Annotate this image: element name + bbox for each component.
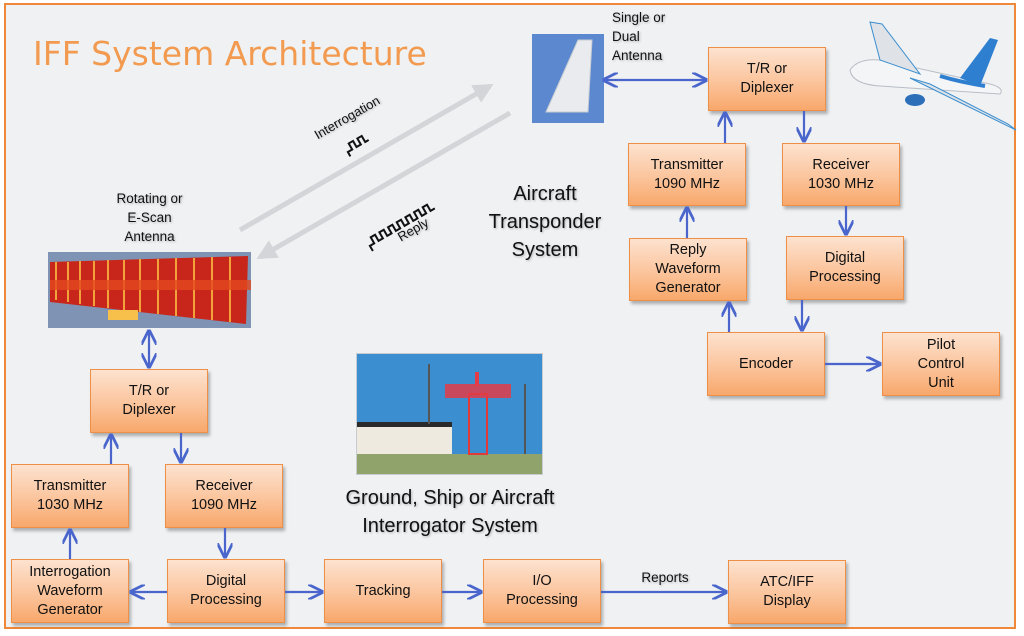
ground-tr-diplexer-box: T/R or Diplexer <box>90 369 208 433</box>
airplane-image <box>840 14 1020 132</box>
tracking-box: Tracking <box>324 559 442 623</box>
ground-antenna-label: Rotating or E-Scan Antenna <box>116 191 183 244</box>
aircraft-receiver-box: Receiver 1030 MHz <box>782 143 900 206</box>
ground-receiver-box: Receiver 1090 MHz <box>165 464 283 528</box>
aircraft-system-label: Aircraft Transponder System <box>488 183 602 261</box>
pilot-control-unit-box: Pilot Control Unit <box>882 332 1000 396</box>
io-processing-box: I/O Processing <box>483 559 601 623</box>
diagram-title: IFF System Architecture <box>33 34 427 73</box>
ground-system-label: Ground, Ship or Aircraft Interrogator Sy… <box>345 487 555 537</box>
aircraft-tr-diplexer-box: T/R or Diplexer <box>708 47 826 111</box>
aircraft-transmitter-box: Transmitter 1090 MHz <box>628 143 746 206</box>
reply-waveform-generator-box: Reply Waveform Generator <box>629 238 747 301</box>
aircraft-antenna-label: Single or Dual Antenna <box>612 10 666 63</box>
ground-transmitter-box: Transmitter 1030 MHz <box>11 464 129 528</box>
aircraft-digital-processing-box: Digital Processing <box>786 236 904 300</box>
interrogation-waveform-generator-box: Interrogation Waveform Generator <box>11 559 129 623</box>
reports-label: Reports <box>641 570 689 585</box>
encoder-box: Encoder <box>707 332 825 396</box>
ground-digital-processing-box: Digital Processing <box>167 559 285 623</box>
ground-radar-photo <box>356 353 543 475</box>
atc-iff-display-box: ATC/IFF Display <box>728 560 846 624</box>
rotating-antenna-image <box>48 252 251 328</box>
blade-antenna-image <box>532 34 604 123</box>
